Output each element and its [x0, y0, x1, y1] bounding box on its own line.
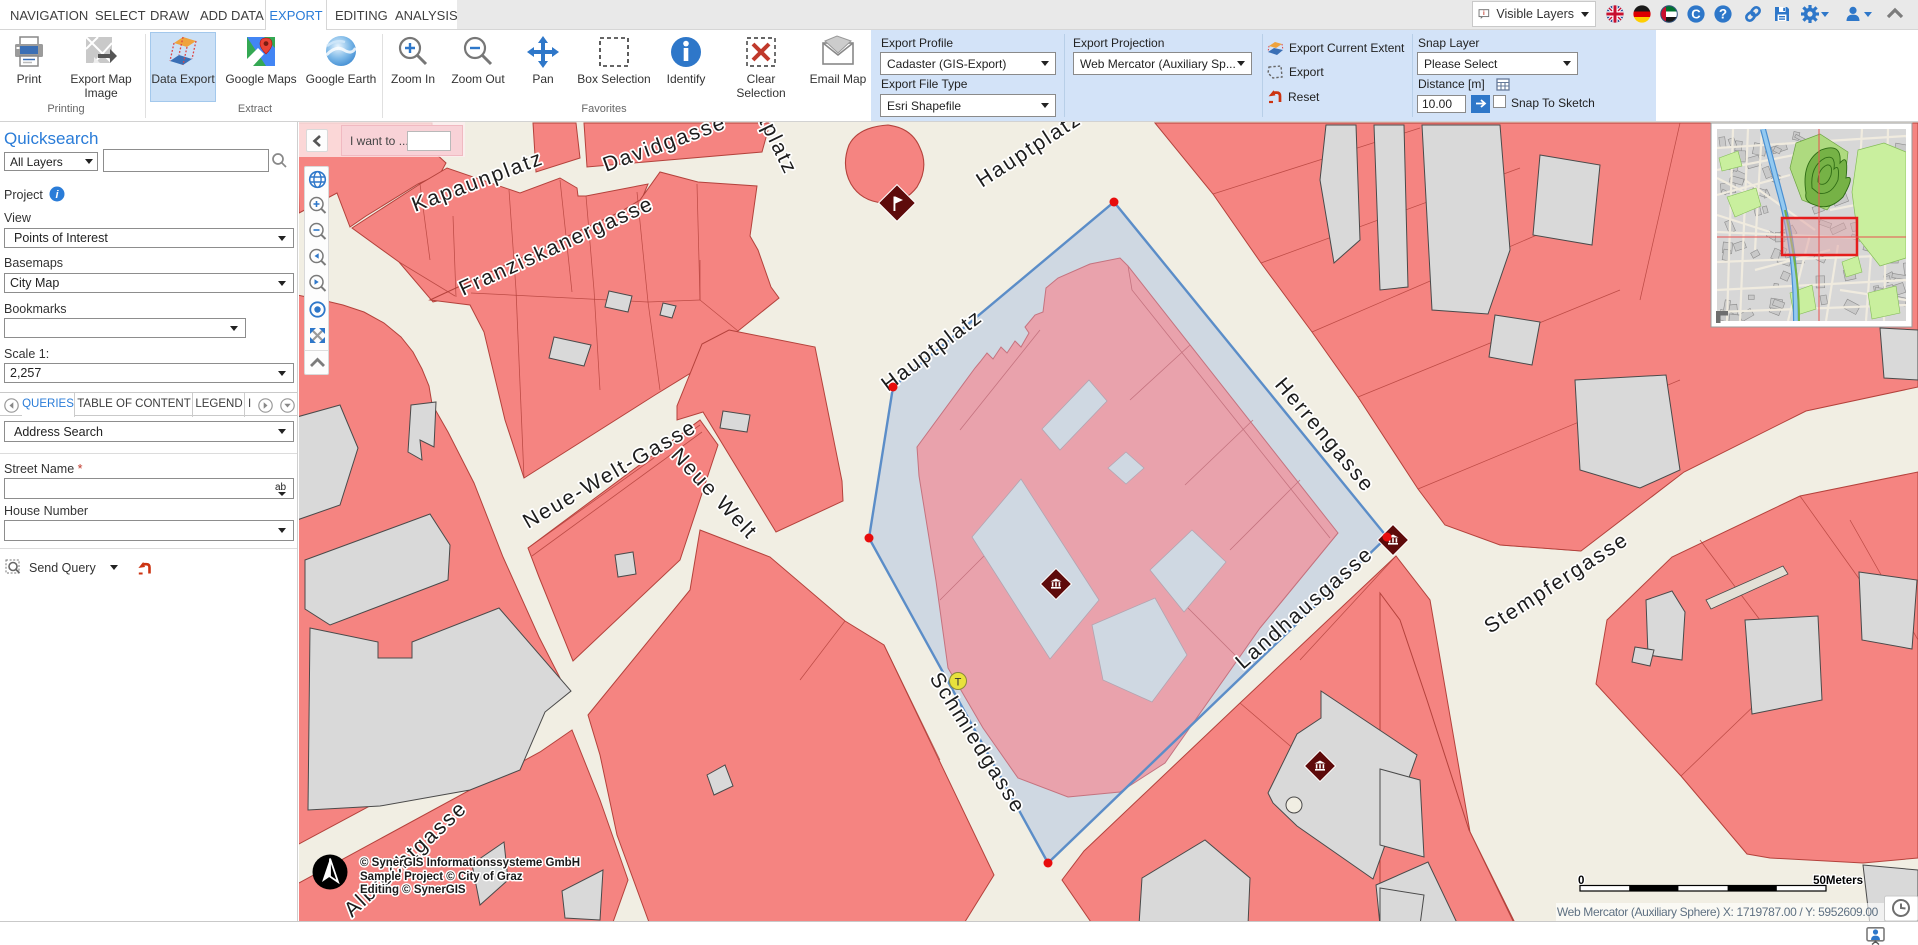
- svg-text:i: i: [1483, 10, 1485, 17]
- svg-text:Sample Project © City of Graz: Sample Project © City of Graz: [360, 871, 523, 883]
- svg-text:Editing © SynerGIS: Editing © SynerGIS: [360, 884, 466, 896]
- svg-text:T: T: [955, 677, 962, 689]
- svg-text:?: ?: [1719, 7, 1727, 22]
- svg-text:Web Mercator (Auxiliary Sphere: Web Mercator (Auxiliary Sphere) X: 17197…: [1557, 905, 1879, 919]
- svg-text:ab: ab: [275, 482, 287, 493]
- svg-text:© SynerGIS Informationssysteme: © SynerGIS Informationssysteme GmbH: [360, 857, 580, 869]
- svg-text:C: C: [1691, 6, 1701, 21]
